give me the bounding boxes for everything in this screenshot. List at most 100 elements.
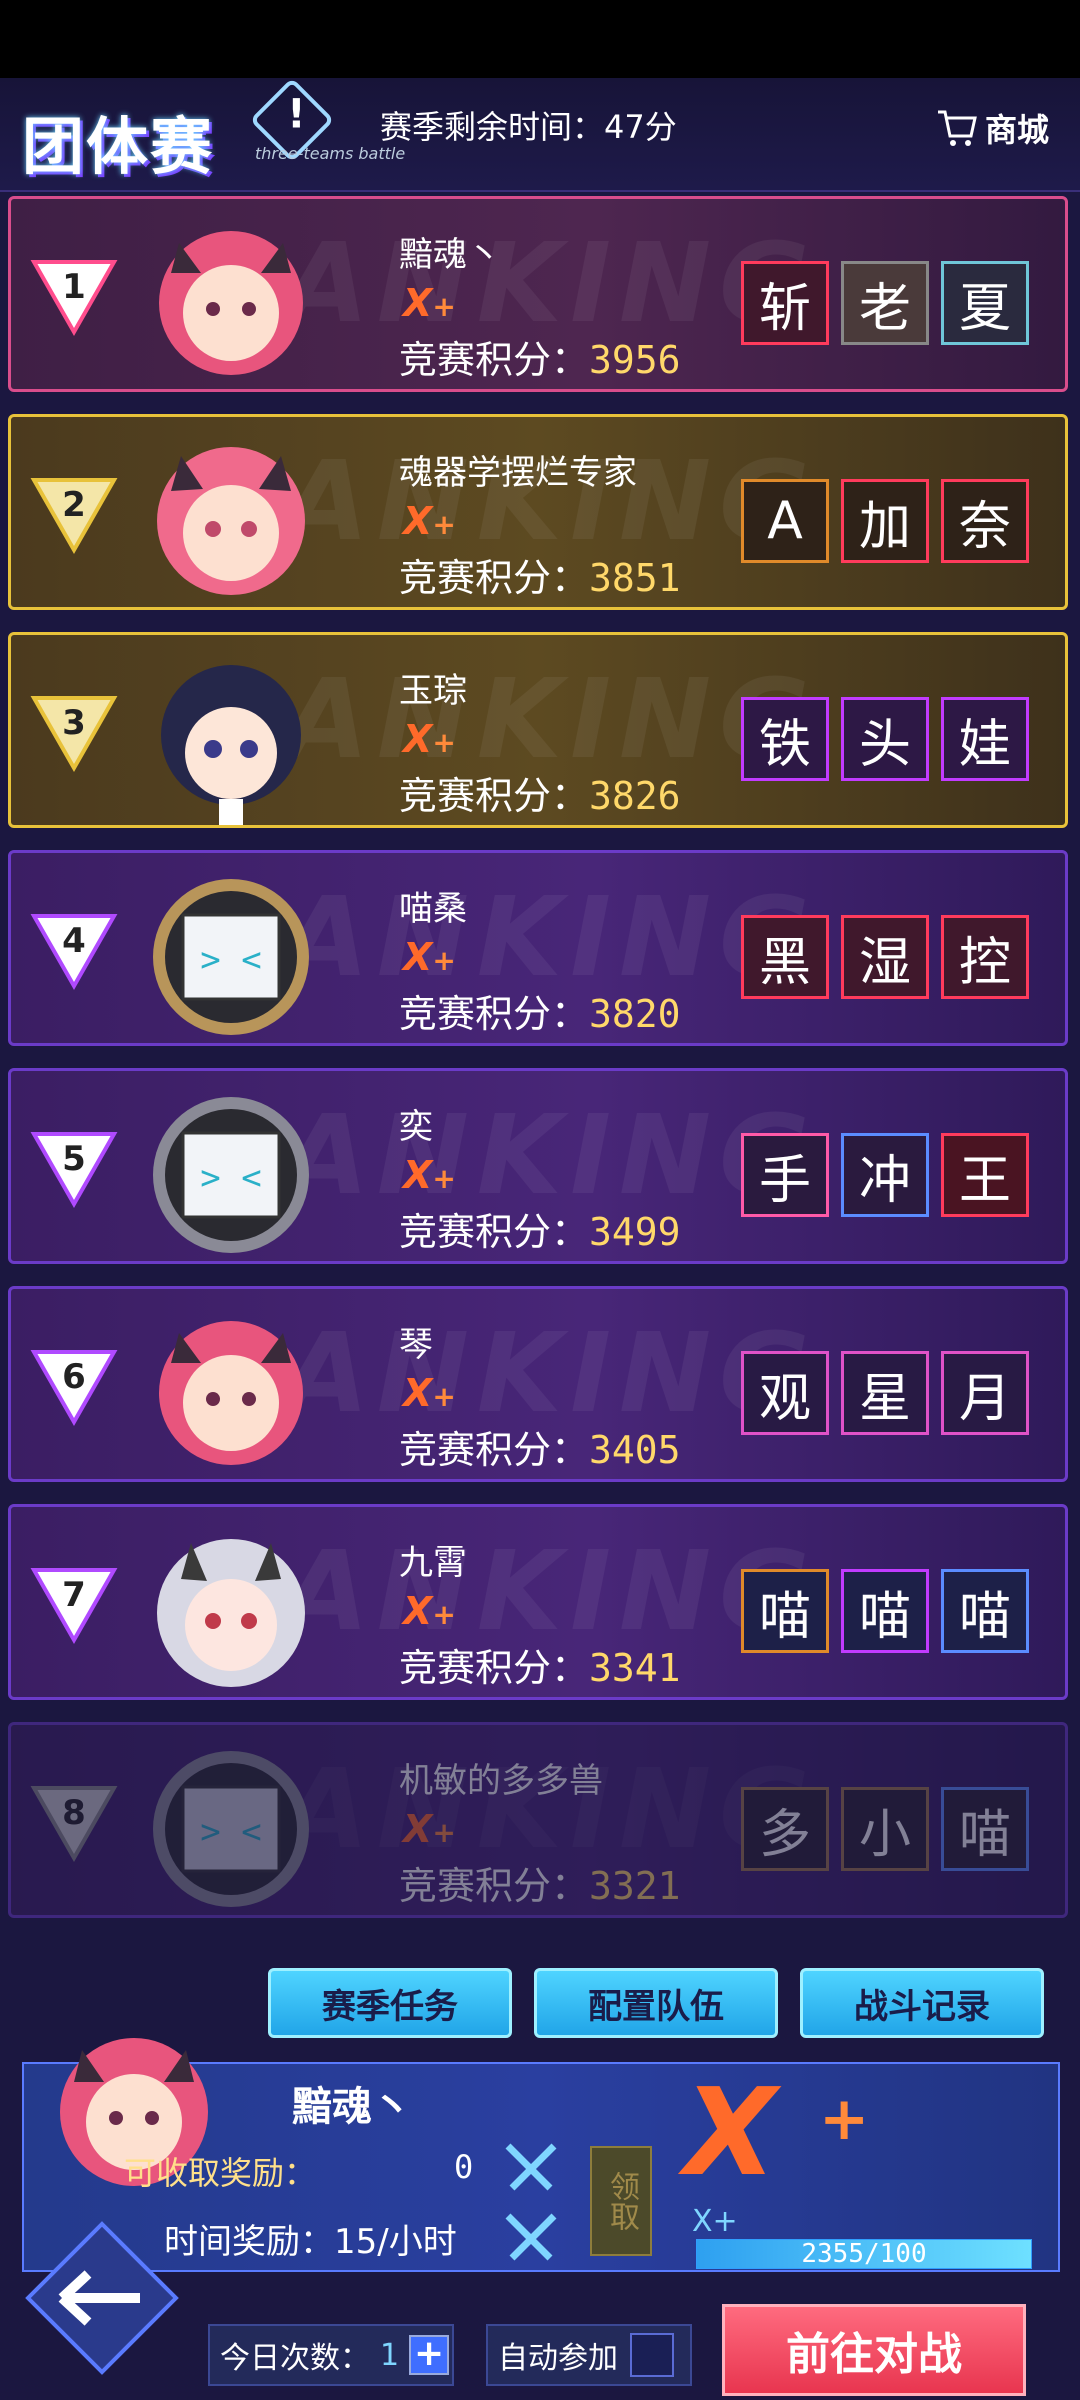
team-tag: 喵 [941, 1569, 1029, 1653]
rank-number: 8 [62, 1793, 86, 1833]
tier-progress-bar: 2355/100 [696, 2239, 1032, 2269]
svg-text:> <: > < [200, 940, 261, 980]
ranking-row[interactable]: RANKING 8 > < 机敏的多多兽 X+ 竞赛积分：3321 多 小 喵 [8, 1722, 1068, 1918]
player-name: 玉琮 [399, 671, 467, 711]
cart-icon [938, 110, 977, 146]
season-timer: 赛季剩余时间：47分 [380, 108, 677, 146]
player-name: 喵桑 [399, 889, 467, 929]
player-avatar [161, 665, 301, 825]
tier-badge: X+ [403, 717, 456, 761]
daily-count: 今日次数： 1 + [208, 2324, 454, 2386]
claimable-reward-label: 可收取奖励： [124, 2154, 317, 2192]
team-tags: 多 小 喵 [741, 1787, 1029, 1871]
claimable-reward-value: 0 [454, 2148, 474, 2186]
svg-text:> <: > < [200, 1812, 261, 1852]
player-name: 九霄 [399, 1543, 467, 1583]
team-tag: 夏 [941, 261, 1029, 345]
rank-badge: 5 [29, 1129, 119, 1209]
rank-number: 3 [62, 703, 86, 743]
ranking-row[interactable]: RANKING 3 玉琮 X+ 竞赛积分：3826 铁 头 娃 [8, 632, 1068, 828]
player-avatar [157, 1539, 305, 1687]
status-bar [0, 0, 1080, 78]
ranking-row[interactable]: RANKING 7 九霄 X+ 竞赛积分：3341 喵 喵 喵 [8, 1504, 1068, 1700]
tier-badge: X+ [403, 499, 456, 543]
team-tags: 喵 喵 喵 [741, 1569, 1029, 1653]
team-tag: A [741, 479, 829, 563]
tier-emblem: X [684, 2064, 777, 2203]
ranking-row[interactable]: RANKING 1 黯魂丶 X+ 竞赛积分：3956 斩 老 夏 [8, 196, 1068, 392]
team-tags: 铁 头 娃 [741, 697, 1029, 781]
daily-count-label: 今日次数： [220, 2341, 370, 2376]
auto-join-checkbox[interactable] [630, 2333, 674, 2377]
rank-badge: 2 [29, 475, 119, 555]
player-score: 竞赛积分：3499 [399, 1210, 681, 1254]
team-tag: 喵 [941, 1787, 1029, 1871]
auto-join: 自动参加 [486, 2324, 692, 2386]
player-avatar [157, 447, 305, 595]
player-name: 机敏的多多兽 [399, 1761, 603, 1801]
team-tag: 斩 [741, 261, 829, 345]
team-tags: A 加 奈 [741, 479, 1029, 563]
player-score: 竞赛积分：3321 [399, 1864, 681, 1908]
auto-join-label: 自动参加 [498, 2341, 618, 2376]
team-tag: 冲 [841, 1133, 929, 1217]
player-name: 黯魂丶 [399, 235, 501, 275]
team-tag: 控 [941, 915, 1029, 999]
tier-badge: X+ [403, 935, 456, 979]
ranking-row[interactable]: RANKING 6 琴 X+ 竞赛积分：3405 观 星 月 [8, 1286, 1068, 1482]
ranking-row[interactable]: RANKING 4 > < 喵桑 X+ 竞赛积分：3820 黑 湿 控 [8, 850, 1068, 1046]
player-avatar: > < [153, 1097, 309, 1253]
player-avatar: > < [153, 879, 309, 1035]
player-score: 竞赛积分：3341 [399, 1646, 681, 1690]
svg-text:> <: > < [200, 1158, 261, 1198]
team-tag: 奈 [941, 479, 1029, 563]
team-tags: 斩 老 夏 [741, 261, 1029, 345]
rank-number: 6 [62, 1357, 86, 1397]
add-count-button[interactable]: + [409, 2335, 450, 2375]
team-tag: 黑 [741, 915, 829, 999]
shop-button[interactable]: 商城 [935, 98, 1060, 158]
player-score: 竞赛积分：3956 [399, 338, 681, 382]
bottom-bar: 今日次数： 1 + 自动参加 前往对战 [0, 2290, 1080, 2400]
tier-badge: X+ [403, 1589, 456, 1633]
go-battle-button[interactable]: 前往对战 [722, 2304, 1026, 2396]
player-score: 竞赛积分：3826 [399, 774, 681, 818]
team-tag: 王 [941, 1133, 1029, 1217]
season-tasks-button[interactable]: 赛季任务 [268, 1968, 512, 2038]
team-tag: 湿 [841, 915, 929, 999]
tier-badge: X+ [403, 1371, 456, 1415]
tier-emblem-plus: + [819, 2084, 870, 2154]
player-name: 琴 [399, 1325, 433, 1365]
player-score: 竞赛积分：3820 [399, 992, 681, 1036]
team-tag: 老 [841, 261, 929, 345]
shop-label: 商城 [985, 111, 1050, 149]
team-tags: 观 星 月 [741, 1351, 1029, 1435]
team-tags: 黑 湿 控 [741, 915, 1029, 999]
team-tag: 月 [941, 1351, 1029, 1435]
team-tags: 手 冲 王 [741, 1133, 1029, 1217]
team-tag: 手 [741, 1133, 829, 1217]
tier-badge: X+ [403, 281, 456, 325]
claim-button[interactable]: 领取 [590, 2146, 652, 2256]
crossed-swords-icon [505, 2213, 557, 2261]
ranking-row[interactable]: RANKING 2 魂器学摆烂专家 X+ 竞赛积分：3851 A 加 奈 [8, 414, 1068, 610]
progress-text: 2355/100 [801, 2239, 927, 2269]
rank-badge: 3 [29, 693, 119, 773]
battle-records-button[interactable]: 战斗记录 [800, 1968, 1044, 2038]
player-avatar [159, 231, 303, 375]
time-reward-label: 时间奖励：15/小时 [164, 2222, 457, 2262]
player-score: 竞赛积分：3851 [399, 556, 681, 600]
team-tag: 小 [841, 1787, 929, 1871]
rank-badge: 7 [29, 1565, 119, 1645]
rank-number: 4 [62, 921, 86, 961]
mode-title: 团体赛 [22, 110, 215, 183]
player-name: 魂器学摆烂专家 [399, 453, 637, 493]
tier-badge: X+ [403, 1153, 456, 1197]
configure-team-button[interactable]: 配置队伍 [534, 1968, 778, 2038]
ranking-row[interactable]: RANKING 5 > < 奕 X+ 竞赛积分：3499 手 冲 王 [8, 1068, 1068, 1264]
rank-number: 5 [62, 1139, 86, 1179]
player-avatar [159, 1321, 303, 1465]
rank-number: 1 [62, 267, 86, 307]
team-tag: 加 [841, 479, 929, 563]
team-tag: 多 [741, 1787, 829, 1871]
